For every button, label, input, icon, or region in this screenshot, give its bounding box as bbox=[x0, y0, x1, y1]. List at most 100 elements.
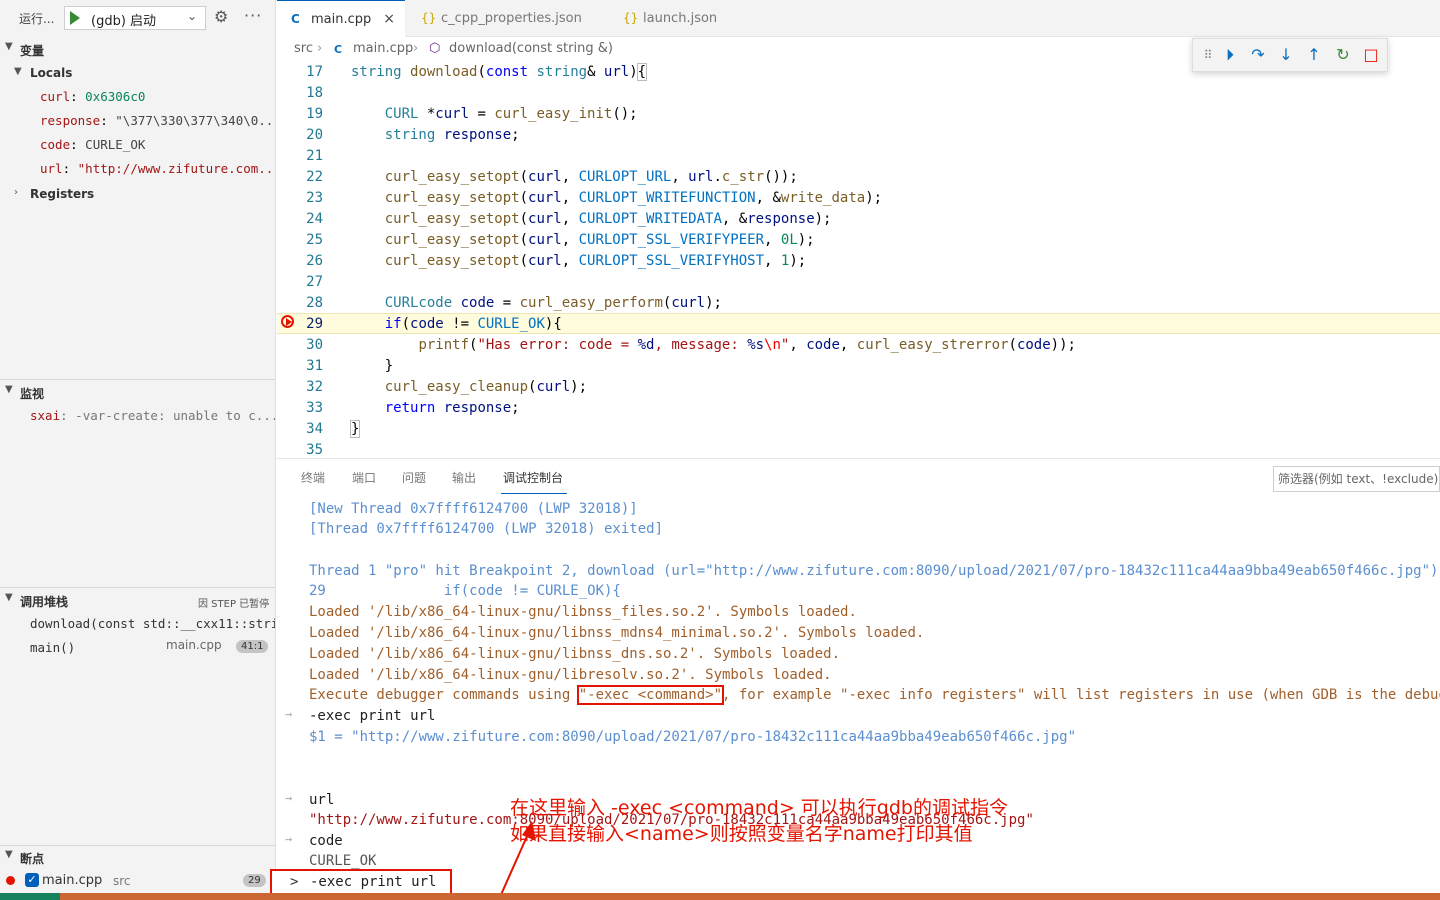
line-number: 19 bbox=[306, 106, 323, 122]
code-editor[interactable]: 17 string download(const string& url){ 18… bbox=[277, 62, 1440, 458]
launch-config-select[interactable]: (gdb) 启动 ⌄ bbox=[64, 6, 206, 30]
locals-scope[interactable]: ▼ Locals bbox=[0, 62, 275, 84]
line-number: 33 bbox=[306, 400, 323, 416]
run-label: 运行... bbox=[19, 12, 55, 26]
console-line: Execute debugger commands using "-exec <… bbox=[309, 685, 1440, 706]
close-icon[interactable]: × bbox=[383, 1, 395, 38]
json-file-icon: {} bbox=[421, 11, 437, 25]
cpp-file-icon: C bbox=[291, 12, 300, 26]
gear-icon[interactable]: ⚙ bbox=[214, 7, 228, 26]
chevron-right-icon[interactable]: › bbox=[14, 187, 18, 198]
console-line: Loaded '/lib/x86_64-linux-gnu/libresolv.… bbox=[309, 667, 832, 683]
watch-section-header[interactable]: ▼ 监视 bbox=[0, 381, 275, 403]
chevron-right-icon: › bbox=[413, 41, 419, 56]
console-line: Thread 1 "pro" hit Breakpoint 2, downloa… bbox=[309, 563, 1439, 579]
line-number: 28 bbox=[306, 295, 323, 311]
line-number: 20 bbox=[306, 127, 323, 143]
code-line: 20 string response; bbox=[277, 125, 1440, 146]
breakpoint-line: 29 bbox=[243, 874, 266, 887]
tab-label: launch.json bbox=[643, 11, 718, 26]
code-line: 28 CURLcode code = curl_easy_perform(cur… bbox=[277, 293, 1440, 314]
variable-name: curl bbox=[40, 89, 71, 104]
tab-terminal[interactable]: 终端 bbox=[301, 469, 325, 486]
variable-row[interactable]: code: CURLE_OK bbox=[40, 134, 274, 156]
chevron-down-icon[interactable]: ▼ bbox=[5, 592, 13, 603]
console-line: Loaded '/lib/x86_64-linux-gnu/libnss_mdn… bbox=[309, 625, 925, 641]
divider bbox=[0, 587, 275, 588]
run-and-debug-bar: 运行... (gdb) 启动 ⌄ ⚙ ··· bbox=[0, 0, 275, 37]
editor-tabs: C main.cpp × {} c_cpp_properties.json {}… bbox=[277, 0, 1440, 37]
breadcrumb-symbol[interactable]: download(const string &) bbox=[449, 41, 613, 56]
tab-ports[interactable]: 端口 bbox=[352, 469, 376, 486]
variable-name: code bbox=[40, 137, 71, 152]
start-debugging-icon[interactable] bbox=[70, 11, 80, 25]
variable-value: 0x6306c0 bbox=[85, 89, 146, 104]
variables-section-header[interactable]: ▼ 变量 bbox=[0, 38, 275, 60]
annotation-line: 如果直接输入<name>则按照变量名字name打印其值 bbox=[510, 823, 973, 845]
code-line: 33 return response; bbox=[277, 398, 1440, 419]
breadcrumb-file[interactable]: main.cpp bbox=[353, 41, 413, 56]
stack-frame-name: download(const std::__cxx11::stri... bbox=[30, 616, 276, 631]
breakpoint-enabled-checkbox[interactable]: ✓ bbox=[25, 873, 39, 887]
breakpoint-file: main.cpp bbox=[42, 873, 103, 888]
input-echo-icon: → bbox=[285, 832, 293, 846]
launch-config-label: (gdb) 启动 bbox=[91, 14, 157, 29]
chevron-down-icon[interactable]: ⌄ bbox=[187, 9, 197, 23]
tab-output[interactable]: 输出 bbox=[452, 469, 476, 486]
console-line: [New Thread 0x7ffff6124700 (LWP 32018)] bbox=[309, 501, 638, 517]
line-number: 31 bbox=[306, 358, 323, 374]
chevron-down-icon[interactable]: ▼ bbox=[5, 849, 13, 860]
code-line: 27 bbox=[277, 272, 1440, 293]
breakpoints-section-header[interactable]: ▼ 断点 bbox=[0, 846, 275, 868]
code-line: 24 curl_easy_setopt(curl, CURLOPT_WRITED… bbox=[277, 209, 1440, 230]
console-line: 29 if(code != CURLE_OK){ bbox=[309, 583, 621, 599]
tab-c-cpp-properties[interactable]: {} c_cpp_properties.json bbox=[407, 0, 607, 37]
stack-frame-file: main.cpp bbox=[166, 638, 222, 652]
tab-launch-json[interactable]: {} launch.json bbox=[609, 0, 749, 37]
locals-label: Locals bbox=[30, 66, 73, 80]
line-number: 27 bbox=[306, 274, 323, 290]
code-line: 21 bbox=[277, 146, 1440, 167]
tab-debug-console[interactable]: 调试控制台 bbox=[503, 469, 563, 486]
input-echo-icon: → bbox=[285, 791, 293, 805]
callstack-title: 调用堆栈 bbox=[20, 595, 69, 609]
line-number: 34 bbox=[306, 421, 323, 437]
remote-indicator[interactable] bbox=[0, 893, 60, 900]
tab-main-cpp[interactable]: C main.cpp × bbox=[277, 0, 405, 37]
exec-command-highlight: "-exec <command>" bbox=[576, 685, 725, 705]
breadcrumb-folder[interactable]: src bbox=[294, 41, 313, 56]
console-text: , for example "-exec info registers" wil… bbox=[722, 687, 1440, 703]
code-line: 32 curl_easy_cleanup(curl); bbox=[277, 377, 1440, 398]
current-line-arrow-icon bbox=[286, 318, 292, 326]
more-actions-icon[interactable]: ··· bbox=[244, 6, 262, 25]
debug-console-output[interactable]: [New Thread 0x7ffff6124700 (LWP 32018)] … bbox=[277, 499, 1440, 900]
divider bbox=[0, 379, 275, 380]
console-line: Loaded '/lib/x86_64-linux-gnu/libnss_dns… bbox=[309, 646, 841, 662]
stack-frame[interactable]: download(const std::__cxx11::stri... bbox=[30, 613, 276, 635]
line-number: 23 bbox=[306, 190, 323, 206]
json-file-icon: {} bbox=[623, 11, 639, 25]
chevron-right-icon: › bbox=[317, 41, 323, 56]
line-number: 21 bbox=[306, 148, 323, 164]
line-number: 22 bbox=[306, 169, 323, 185]
status-bar bbox=[0, 893, 1440, 900]
variable-row[interactable]: url: "http://www.zifuture.com... bbox=[40, 158, 274, 180]
breakpoint-item[interactable]: ✓ main.cpp src 29 bbox=[0, 870, 275, 892]
active-tab-indicator bbox=[501, 493, 567, 494]
variable-row[interactable]: curl: 0x6306c0 bbox=[40, 86, 274, 108]
chevron-down-icon[interactable]: ▼ bbox=[5, 41, 13, 52]
chevron-down-icon[interactable]: ▼ bbox=[14, 66, 22, 77]
breakpoints-title: 断点 bbox=[20, 852, 45, 866]
debug-console-input[interactable]: > -exec print url bbox=[270, 869, 452, 895]
variable-name: response bbox=[40, 113, 101, 128]
registers-label: Registers bbox=[30, 187, 95, 201]
code-line: 25 curl_easy_setopt(curl, CURLOPT_SSL_VE… bbox=[277, 230, 1440, 251]
registers-scope[interactable]: › Registers bbox=[0, 183, 275, 205]
watch-expression[interactable]: sxai: -var-create: unable to c... bbox=[30, 405, 275, 427]
paused-status: 因 STEP 已暂停 bbox=[198, 599, 270, 610]
console-filter-input[interactable]: 筛选器(例如 text、!exclude) bbox=[1273, 466, 1440, 492]
line-number: 24 bbox=[306, 211, 323, 227]
chevron-down-icon[interactable]: ▼ bbox=[5, 384, 13, 395]
variable-row[interactable]: response: "\377\330\377\340\0... bbox=[40, 110, 274, 132]
tab-problems[interactable]: 问题 bbox=[402, 469, 426, 486]
